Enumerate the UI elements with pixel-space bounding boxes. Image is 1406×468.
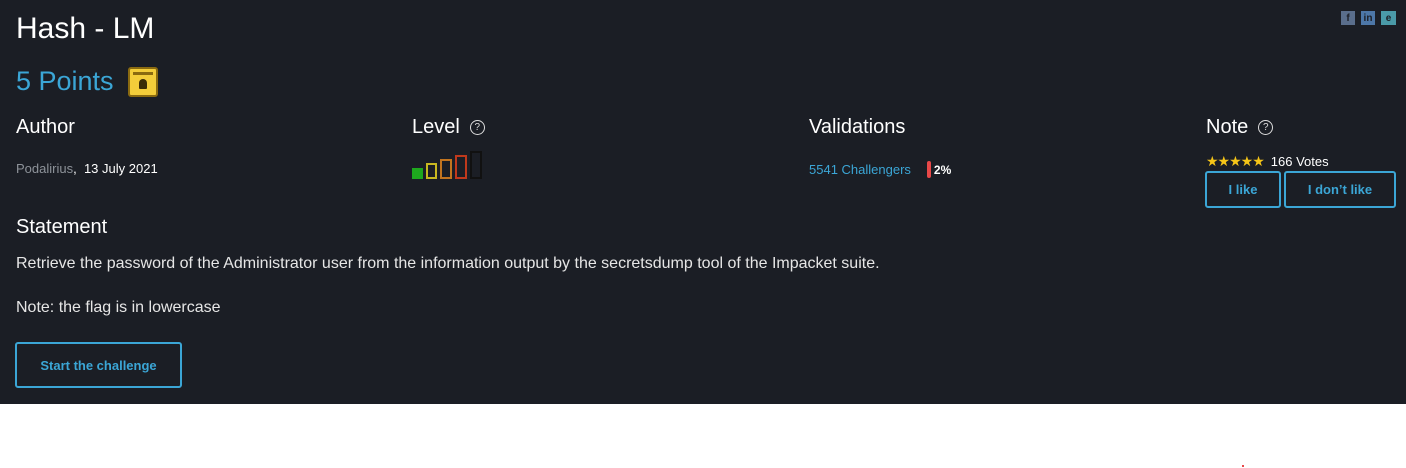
- points-label: 5 Points: [16, 66, 114, 96]
- votes-count: 166 Votes: [1270, 154, 1329, 169]
- note-help-icon[interactable]: ?: [1258, 120, 1274, 135]
- author-date: 13 July 2021: [83, 161, 158, 176]
- validations-line: 5541 Challengers 2%: [809, 161, 951, 178]
- linkedin-share-label: in: [1363, 12, 1373, 24]
- validation-percent: 2%: [933, 162, 952, 177]
- dislike-button[interactable]: I don’t like: [1284, 171, 1396, 208]
- author-separator: ,: [73, 161, 77, 176]
- rating: ★★★★★ 166 Votes: [1206, 153, 1329, 170]
- lock-icon: [127, 66, 158, 97]
- note-section: Note? ★★★★★ 166 Votes I like I don’t lik…: [1205, 116, 1396, 208]
- challenge-points: 5 Points: [16, 66, 158, 97]
- level-bar-5: [470, 151, 482, 179]
- linkedin-share-icon[interactable]: in: [1361, 11, 1375, 25]
- author-heading: Author: [16, 116, 75, 139]
- page-title: Hash - LM: [16, 12, 155, 45]
- author-line: Podalirius, 13 July 2021: [16, 161, 158, 176]
- star-rating-icon: ★★★★★: [1206, 153, 1265, 169]
- level-heading-label: Level: [412, 116, 460, 138]
- level-bar-1: [412, 168, 423, 179]
- validations-heading: Validations: [809, 116, 905, 139]
- validations-section: Validations 5541 Challengers 2%: [809, 116, 951, 178]
- level-bar-3: [440, 159, 452, 179]
- validations-heading-label: Validations: [809, 116, 906, 138]
- note-heading: Note?: [1206, 116, 1274, 139]
- level-bar-4: [455, 155, 467, 179]
- level-help-icon[interactable]: ?: [469, 120, 485, 135]
- like-button[interactable]: I like: [1205, 171, 1281, 208]
- facebook-share-icon[interactable]: f: [1341, 11, 1355, 25]
- stray-pixel: [1242, 465, 1244, 467]
- challengers-link[interactable]: 5541 Challengers: [809, 162, 911, 177]
- statement-heading: Statement: [16, 216, 108, 238]
- note-heading-label: Note: [1206, 116, 1249, 138]
- challenge-panel: f in e Hash - LM 5 Points Author Podalir…: [0, 0, 1406, 404]
- level-heading: Level?: [412, 116, 485, 139]
- author-section: Author Podalirius, 13 July 2021: [16, 116, 158, 176]
- level-bar-2: [426, 163, 437, 179]
- percent-bar: [926, 161, 931, 178]
- level-indicator: [412, 151, 482, 179]
- share-icon[interactable]: e: [1381, 11, 1396, 25]
- share-label: e: [1385, 12, 1392, 24]
- level-section: Level?: [412, 116, 485, 179]
- start-challenge-button[interactable]: Start the challenge: [15, 342, 182, 388]
- facebook-share-label: f: [1346, 12, 1350, 24]
- statement-text: Retrieve the password of the Administrat…: [16, 255, 880, 272]
- statement-note: Note: the flag is in lowercase: [16, 299, 221, 316]
- author-heading-label: Author: [16, 116, 75, 138]
- author-link[interactable]: Podalirius: [16, 161, 73, 176]
